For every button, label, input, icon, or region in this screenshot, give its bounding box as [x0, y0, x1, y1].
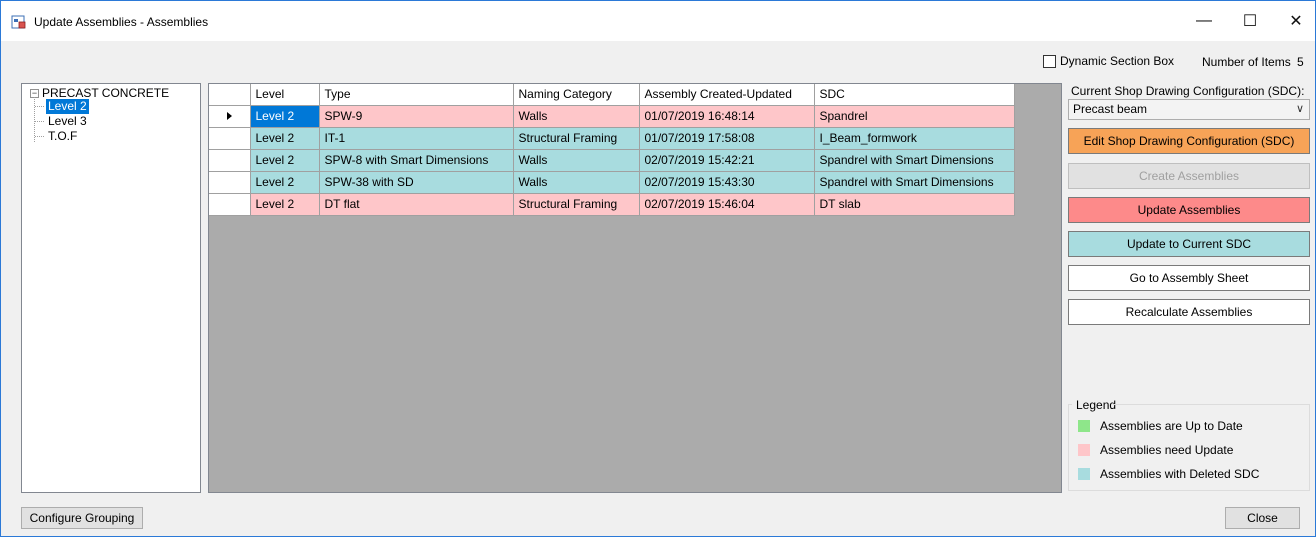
configure-grouping-button[interactable]: Configure Grouping [21, 507, 143, 529]
table-row[interactable]: Level 2 SPW-9 Walls 01/07/2019 16:48:14 … [209, 105, 1015, 128]
cell-assembly-date[interactable]: 02/07/2019 15:46:04 [639, 193, 815, 216]
title-bar: Update Assemblies - Assemblies — ☐ ✕ [1, 1, 1315, 41]
update-assemblies-button[interactable]: Update Assemblies [1068, 197, 1310, 223]
current-row-arrow-icon [226, 112, 232, 120]
row-header[interactable] [209, 105, 251, 128]
cell-type[interactable]: SPW-9 [319, 105, 514, 128]
table-row[interactable]: Level 2 SPW-8 with Smart Dimensions Wall… [209, 149, 1015, 172]
dynamic-section-box-label: Dynamic Section Box [1060, 54, 1175, 68]
legend-group: Legend Assemblies are Up to Date Assembl… [1068, 398, 1310, 491]
row-header[interactable] [209, 171, 251, 194]
chevron-down-icon: ∨ [1295, 103, 1304, 115]
number-of-items-value: 5 [1297, 55, 1304, 69]
current-sdc-label: Current Shop Drawing Configuration (SDC)… [1071, 84, 1305, 98]
legend-title: Legend [1076, 398, 1117, 412]
cell-level[interactable]: Level 2 [250, 127, 320, 150]
cell-type[interactable]: DT flat [319, 193, 514, 216]
table-row[interactable]: Level 2 IT-1 Structural Framing 01/07/20… [209, 127, 1015, 150]
recalculate-assemblies-button[interactable]: Recalculate Assemblies [1068, 299, 1310, 325]
assemblies-grid[interactable]: Level Type Naming Category Assembly Crea… [208, 83, 1062, 493]
row-header[interactable] [209, 193, 251, 216]
cell-type[interactable]: IT-1 [319, 127, 514, 150]
table-header-row: Level Type Naming Category Assembly Crea… [209, 84, 1015, 106]
minimize-button[interactable]: — [1181, 1, 1227, 41]
column-header-type[interactable]: Type [319, 84, 514, 106]
cell-type[interactable]: SPW-8 with Smart Dimensions [319, 149, 514, 172]
cell-level[interactable]: Level 2 [250, 171, 320, 194]
cell-assembly-date[interactable]: 01/07/2019 17:58:08 [639, 127, 815, 150]
legend-label: Assemblies are Up to Date [1100, 419, 1243, 433]
row-header[interactable] [209, 149, 251, 172]
update-to-current-sdc-button[interactable]: Update to Current SDC [1068, 231, 1310, 257]
cell-naming-category[interactable]: Structural Framing [513, 127, 640, 150]
cell-sdc[interactable]: Spandrel with Smart Dimensions [814, 171, 1015, 194]
legend-swatch-pink [1078, 444, 1090, 456]
cell-naming-category[interactable]: Walls [513, 171, 640, 194]
tree-item-level-3[interactable]: Level 3 [35, 114, 89, 129]
table-row[interactable]: Level 2 SPW-38 with SD Walls 02/07/2019 … [209, 171, 1015, 194]
cell-sdc[interactable]: DT slab [814, 193, 1015, 216]
app-icon [11, 15, 26, 29]
current-sdc-value: Precast beam [1073, 102, 1148, 116]
go-to-assembly-sheet-button[interactable]: Go to Assembly Sheet [1068, 265, 1310, 291]
cell-level[interactable]: Level 2 [250, 149, 320, 172]
cell-sdc[interactable]: Spandrel with Smart Dimensions [814, 149, 1015, 172]
cell-level[interactable]: Level 2 [250, 193, 320, 216]
cell-sdc[interactable]: I_Beam_formwork [814, 127, 1015, 150]
legend-swatch-green [1078, 420, 1090, 432]
cell-assembly-date[interactable]: 02/07/2019 15:42:21 [639, 149, 815, 172]
row-header[interactable] [209, 127, 251, 150]
legend-item-deleted-sdc: Assemblies with Deleted SDC [1078, 467, 1259, 481]
cell-naming-category[interactable]: Structural Framing [513, 193, 640, 216]
dynamic-section-box-checkbox[interactable] [1043, 54, 1056, 68]
cell-naming-category[interactable]: Walls [513, 105, 640, 128]
current-sdc-dropdown[interactable]: Precast beam ∨ [1068, 99, 1310, 120]
update-assemblies-window: Update Assemblies - Assemblies — ☐ ✕ Dyn… [0, 0, 1316, 537]
legend-swatch-cyan [1078, 468, 1090, 480]
tree-item-tof[interactable]: T.O.F [34, 129, 79, 144]
dynamic-section-box-option[interactable]: Dynamic Section Box [1043, 54, 1174, 68]
cell-sdc[interactable]: Spandrel [814, 105, 1015, 128]
number-of-items-label: Number of Items [1202, 55, 1291, 69]
legend-item-up-to-date: Assemblies are Up to Date [1078, 419, 1243, 433]
row-header-corner [209, 84, 251, 106]
cell-type[interactable]: SPW-38 with SD [319, 171, 514, 194]
tree-root-label: PRECAST CONCRETE [42, 86, 170, 100]
grouping-tree[interactable]: − PRECAST CONCRETE Level 2 Level 3 T.O.F [21, 83, 201, 493]
assemblies-table: Level Type Naming Category Assembly Crea… [209, 84, 1015, 216]
column-header-assembly-created-updated[interactable]: Assembly Created-Updated [639, 84, 815, 106]
cell-assembly-date[interactable]: 02/07/2019 15:43:30 [639, 171, 815, 194]
maximize-button[interactable]: ☐ [1227, 1, 1273, 41]
create-assemblies-button[interactable]: Create Assemblies [1068, 163, 1310, 189]
column-header-sdc[interactable]: SDC [814, 84, 1015, 106]
cell-assembly-date[interactable]: 01/07/2019 16:48:14 [639, 105, 815, 128]
cell-level[interactable]: Level 2 [250, 105, 320, 128]
close-button[interactable]: Close [1225, 507, 1300, 529]
close-window-button[interactable]: ✕ [1273, 1, 1316, 41]
column-header-level[interactable]: Level [250, 84, 320, 106]
tree-root[interactable]: − PRECAST CONCRETE [30, 86, 169, 100]
cell-naming-category[interactable]: Walls [513, 149, 640, 172]
legend-item-need-update: Assemblies need Update [1078, 443, 1233, 457]
table-row[interactable]: Level 2 DT flat Structural Framing 02/07… [209, 193, 1015, 216]
edit-sdc-button[interactable]: Edit Shop Drawing Configuration (SDC) [1068, 128, 1310, 154]
legend-label: Assemblies with Deleted SDC [1100, 467, 1260, 481]
window-title: Update Assemblies - Assemblies [34, 15, 209, 29]
column-header-naming-category[interactable]: Naming Category [513, 84, 640, 106]
tree-item-level-2[interactable]: Level 2 [35, 99, 89, 114]
legend-label: Assemblies need Update [1100, 443, 1234, 457]
